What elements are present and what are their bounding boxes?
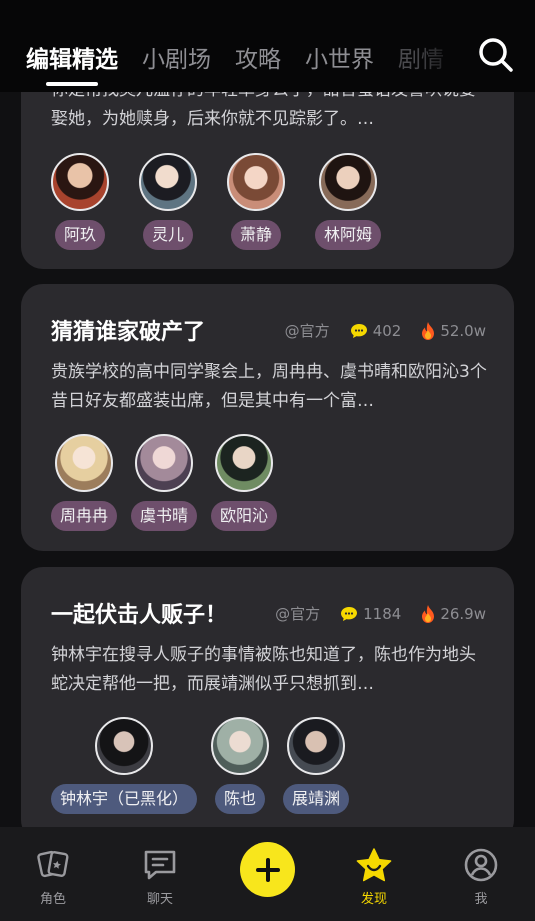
- profile-icon: [464, 848, 498, 882]
- nav-chat[interactable]: 聊天: [120, 847, 200, 907]
- character-name: 虞书晴: [131, 501, 198, 531]
- character-name: 灵儿: [142, 220, 193, 250]
- comment-count-value: 1184: [363, 604, 402, 623]
- comment-count: 1184: [340, 605, 401, 623]
- comment-count: 402: [350, 321, 402, 340]
- character-list: 钟林宇（已黑化） 陈也 展靖渊: [51, 717, 363, 814]
- character-name: 周冉冉: [51, 501, 118, 531]
- avatar: [211, 717, 270, 775]
- avatar: [135, 434, 194, 492]
- avatar: [55, 434, 113, 492]
- story-description: 贵族学校的高中同学聚会上，周冉冉、虞书晴和欧阳沁3个昔日好友都盛装出席，但是其中…: [51, 362, 487, 411]
- character-item[interactable]: 钟林宇（已黑化）: [51, 717, 198, 814]
- character-item[interactable]: 萧静: [227, 153, 285, 250]
- plus-icon: [255, 857, 280, 882]
- avatar: [139, 153, 197, 211]
- nav-characters[interactable]: 角色: [13, 847, 93, 907]
- cards-icon: [37, 850, 69, 878]
- create-button[interactable]: [240, 842, 295, 897]
- character-item[interactable]: 周冉冉: [51, 434, 118, 531]
- character-list: 阿玖 灵儿 萧静 林阿姆: [51, 153, 395, 250]
- star-icon: [356, 848, 392, 882]
- nav-profile[interactable]: 我: [441, 847, 521, 907]
- story-card[interactable]: 一起伏击人贩子！ @官方 1184 26.9w 钟林宇在搜寻人贩子的事情被陈也知…: [21, 567, 514, 827]
- nav-discover[interactable]: 发现: [334, 847, 414, 907]
- story-card[interactable]: 猜猜谁家破产了 @官方 402 52.0w 贵族学校的高中同学聚会上，周冉冉、虞…: [21, 284, 514, 551]
- author-label: @官方: [284, 322, 330, 340]
- tab-editor-picks[interactable]: 编辑精选: [26, 40, 118, 86]
- character-item[interactable]: 灵儿: [139, 153, 197, 250]
- character-name: 萧静: [230, 220, 281, 250]
- character-name: 展靖渊: [283, 784, 350, 814]
- avatar: [95, 717, 153, 775]
- character-item[interactable]: 陈也: [211, 717, 270, 814]
- tabs-fade-overlay: [417, 30, 463, 80]
- character-item[interactable]: 阿玖: [51, 153, 109, 250]
- story-description: 钟林宇在搜寻人贩子的事情被陈也知道了，陈也作为地头蛇决定帮他一把，而展靖渊似乎只…: [51, 645, 476, 694]
- character-name: 欧阳沁: [211, 501, 278, 531]
- story-title: 猜猜谁家破产了: [51, 320, 206, 345]
- story-title: 一起伏击人贩子！: [51, 603, 228, 628]
- bottom-nav: 角色 聊天 发现 我: [0, 827, 535, 921]
- nav-label: 发现: [360, 892, 387, 907]
- story-feed[interactable]: 你是常找灵儿温存的年轻草身公子，甜言蜜语发誓哄说要娶她，为她赎身，后来你就不见踪…: [0, 92, 535, 827]
- author-label: @官方: [275, 605, 321, 623]
- chat-icon: [144, 850, 176, 880]
- nav-label: 我: [474, 892, 488, 907]
- story-card[interactable]: 你是常找灵儿温存的年轻草身公子，甜言蜜语发誓哄说要娶她，为她赎身，后来你就不见踪…: [21, 92, 514, 269]
- avatar: [319, 153, 377, 211]
- popularity: 52.0w: [421, 321, 486, 340]
- tab-mini-theater[interactable]: 小剧场: [142, 40, 211, 74]
- comment-icon: [350, 323, 367, 338]
- fire-icon: [422, 604, 435, 623]
- story-description: 你是常找灵儿温存的年轻草身公子，甜言蜜语发誓哄说要娶她，为她赎身，后来你就不见踪…: [51, 92, 476, 129]
- tab-small-world[interactable]: 小世界: [305, 40, 374, 74]
- character-item[interactable]: 欧阳沁: [211, 434, 278, 531]
- popularity-value: 52.0w: [440, 321, 486, 340]
- top-bar: 编辑精选 小剧场 攻略 小世界 剧情: [0, 0, 535, 92]
- avatar: [227, 153, 285, 211]
- avatar: [287, 717, 346, 775]
- character-name: 阿玖: [54, 220, 105, 250]
- popularity-value: 26.9w: [440, 604, 486, 623]
- popularity: 26.9w: [421, 604, 486, 623]
- category-tabs: 编辑精选 小剧场 攻略 小世界 剧情: [26, 40, 468, 86]
- character-name: 钟林宇（已黑化）: [51, 784, 198, 814]
- character-item[interactable]: 展靖渊: [283, 717, 350, 814]
- nav-label: 聊天: [146, 892, 173, 907]
- character-name: 陈也: [215, 784, 266, 814]
- story-meta: @官方 402 52.0w: [285, 320, 486, 341]
- search-button[interactable]: [477, 36, 515, 74]
- search-icon: [479, 38, 513, 72]
- character-list: 周冉冉 虞书晴 欧阳沁: [51, 434, 291, 531]
- avatar: [215, 434, 274, 492]
- nav-label: 角色: [39, 892, 66, 907]
- comment-icon: [341, 606, 358, 621]
- character-item[interactable]: 虞书晴: [131, 434, 198, 531]
- comment-count-value: 402: [372, 321, 402, 340]
- story-meta: @官方 1184 26.9w: [275, 603, 486, 624]
- fire-icon: [422, 321, 435, 340]
- character-item[interactable]: 林阿姆: [315, 153, 382, 250]
- tab-guides[interactable]: 攻略: [235, 40, 281, 74]
- character-name: 林阿姆: [315, 220, 382, 250]
- avatar: [51, 153, 109, 211]
